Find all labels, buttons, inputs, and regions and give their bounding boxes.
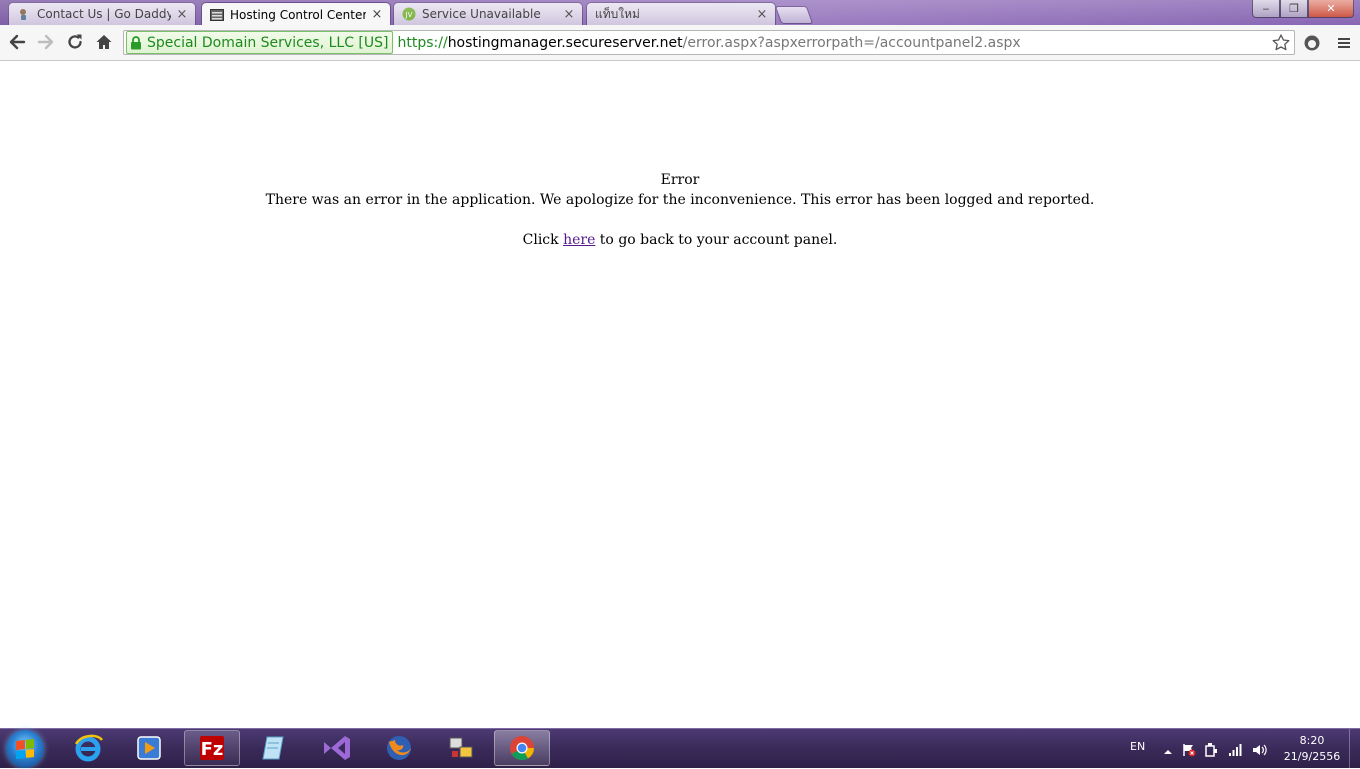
show-hidden-icons-arrow-icon[interactable] xyxy=(1163,742,1173,761)
network-signal-icon[interactable] xyxy=(1228,742,1242,761)
reload-button[interactable] xyxy=(64,31,86,53)
tab-title: แท็บใหม่ xyxy=(595,6,640,21)
windows-logo-icon xyxy=(16,739,34,759)
clock[interactable]: 8:20 21/9/2556 xyxy=(1282,733,1342,765)
close-icon[interactable]: × xyxy=(370,7,384,22)
clock-time: 8:20 xyxy=(1299,734,1325,747)
tab-new-tab[interactable]: แท็บใหม่ × xyxy=(586,2,776,25)
back-arrow-icon xyxy=(9,34,26,50)
chrome-menu-button[interactable] xyxy=(1333,32,1355,54)
url-scheme: https:// xyxy=(397,34,448,51)
windows-taskbar: Fz EN 8:20 21/9/2556 xyxy=(0,728,1360,769)
click-suffix: to go back to your account panel. xyxy=(595,232,838,248)
godaddy-icon xyxy=(17,7,31,21)
firefox-taskbar-button[interactable] xyxy=(371,730,427,766)
minimize-button[interactable]: ‒ xyxy=(1252,0,1280,18)
firefox-icon xyxy=(387,736,411,760)
chrome-icon xyxy=(510,736,534,761)
notepad-icon xyxy=(262,736,284,760)
ev-organization: Special Domain Services, LLC [US] xyxy=(147,34,389,51)
page-icon xyxy=(210,8,224,22)
svg-text:Fz: Fz xyxy=(201,739,224,760)
back-button[interactable] xyxy=(6,31,28,53)
extension-icon xyxy=(1304,35,1320,51)
network-tool-taskbar-button[interactable] xyxy=(433,730,489,766)
home-button[interactable] xyxy=(93,31,115,53)
media-player-taskbar-button[interactable] xyxy=(121,730,177,766)
error-description: There was an error in the application. W… xyxy=(265,192,1095,208)
extension-button[interactable] xyxy=(1301,32,1323,54)
visual-studio-icon xyxy=(324,736,350,760)
language-indicator[interactable]: EN xyxy=(1130,740,1145,753)
page-content: Error There was an error in the applicat… xyxy=(0,61,1360,728)
tab-title: Contact Us | Go Daddy Su xyxy=(37,7,171,21)
filezilla-taskbar-button[interactable]: Fz xyxy=(184,730,240,766)
browser-toolbar: Special Domain Services, LLC [US] https:… xyxy=(0,25,1360,61)
forward-arrow-icon xyxy=(37,34,54,50)
close-icon[interactable]: × xyxy=(175,7,189,22)
notepad-taskbar-button[interactable] xyxy=(246,730,302,766)
clock-date: 21/9/2556 xyxy=(1283,750,1341,763)
new-tab-button[interactable] xyxy=(774,6,814,24)
tab-title: Service Unavailable xyxy=(422,7,541,21)
ev-certificate-badge[interactable]: Special Domain Services, LLC [US] xyxy=(126,31,393,54)
back-instructions: Click here to go back to your account pa… xyxy=(0,230,1360,250)
start-button[interactable] xyxy=(6,730,44,768)
jv-icon: JV xyxy=(402,7,416,21)
filezilla-icon: Fz xyxy=(200,736,224,760)
network-tool-icon xyxy=(449,737,473,758)
url-path: /error.aspx?aspxerrorpath=/accountpanel2… xyxy=(682,34,1021,51)
window-controls: ‒ ❐ ✕ xyxy=(1252,0,1354,18)
close-window-button[interactable]: ✕ xyxy=(1308,0,1354,18)
menu-icon xyxy=(1338,38,1350,48)
show-desktop-button[interactable] xyxy=(1349,729,1360,769)
tab-title: Hosting Control Center xyxy=(230,7,366,22)
address-bar[interactable]: Special Domain Services, LLC [US] https:… xyxy=(123,30,1295,55)
click-prefix: Click xyxy=(522,232,564,248)
volume-icon[interactable] xyxy=(1252,742,1268,761)
error-heading: Error xyxy=(660,172,700,188)
home-icon xyxy=(96,35,112,49)
action-center-icon[interactable] xyxy=(1182,742,1196,761)
lock-icon xyxy=(130,35,142,50)
svg-text:JV: JV xyxy=(405,11,413,19)
internet-explorer-icon xyxy=(74,734,104,762)
visual-studio-taskbar-button[interactable] xyxy=(309,730,365,766)
maximize-button[interactable]: ❐ xyxy=(1280,0,1308,18)
forward-button[interactable] xyxy=(35,31,57,53)
internet-explorer-taskbar-button[interactable] xyxy=(60,730,116,766)
url-text: https://hostingmanager.secureserver.net/… xyxy=(398,35,1021,51)
bookmark-star-icon[interactable] xyxy=(1272,34,1290,55)
browser-titlebar: Contact Us | Go Daddy Su × Hosting Contr… xyxy=(0,0,1360,25)
tab-hosting-control-center[interactable]: Hosting Control Center × xyxy=(201,2,391,25)
error-message-block: Error There was an error in the applicat… xyxy=(0,170,1360,250)
tab-service-unavailable[interactable]: JV Service Unavailable × xyxy=(393,2,583,25)
account-panel-link[interactable]: here xyxy=(563,232,595,248)
close-icon[interactable]: × xyxy=(562,7,576,22)
close-icon[interactable]: × xyxy=(755,7,769,22)
chrome-taskbar-button[interactable] xyxy=(494,730,550,766)
reload-icon xyxy=(68,34,82,49)
power-icon[interactable] xyxy=(1204,742,1218,761)
tab-contact-us[interactable]: Contact Us | Go Daddy Su × xyxy=(8,2,196,25)
media-player-icon xyxy=(137,736,161,760)
url-host: hostingmanager.secureserver.net xyxy=(447,34,683,51)
